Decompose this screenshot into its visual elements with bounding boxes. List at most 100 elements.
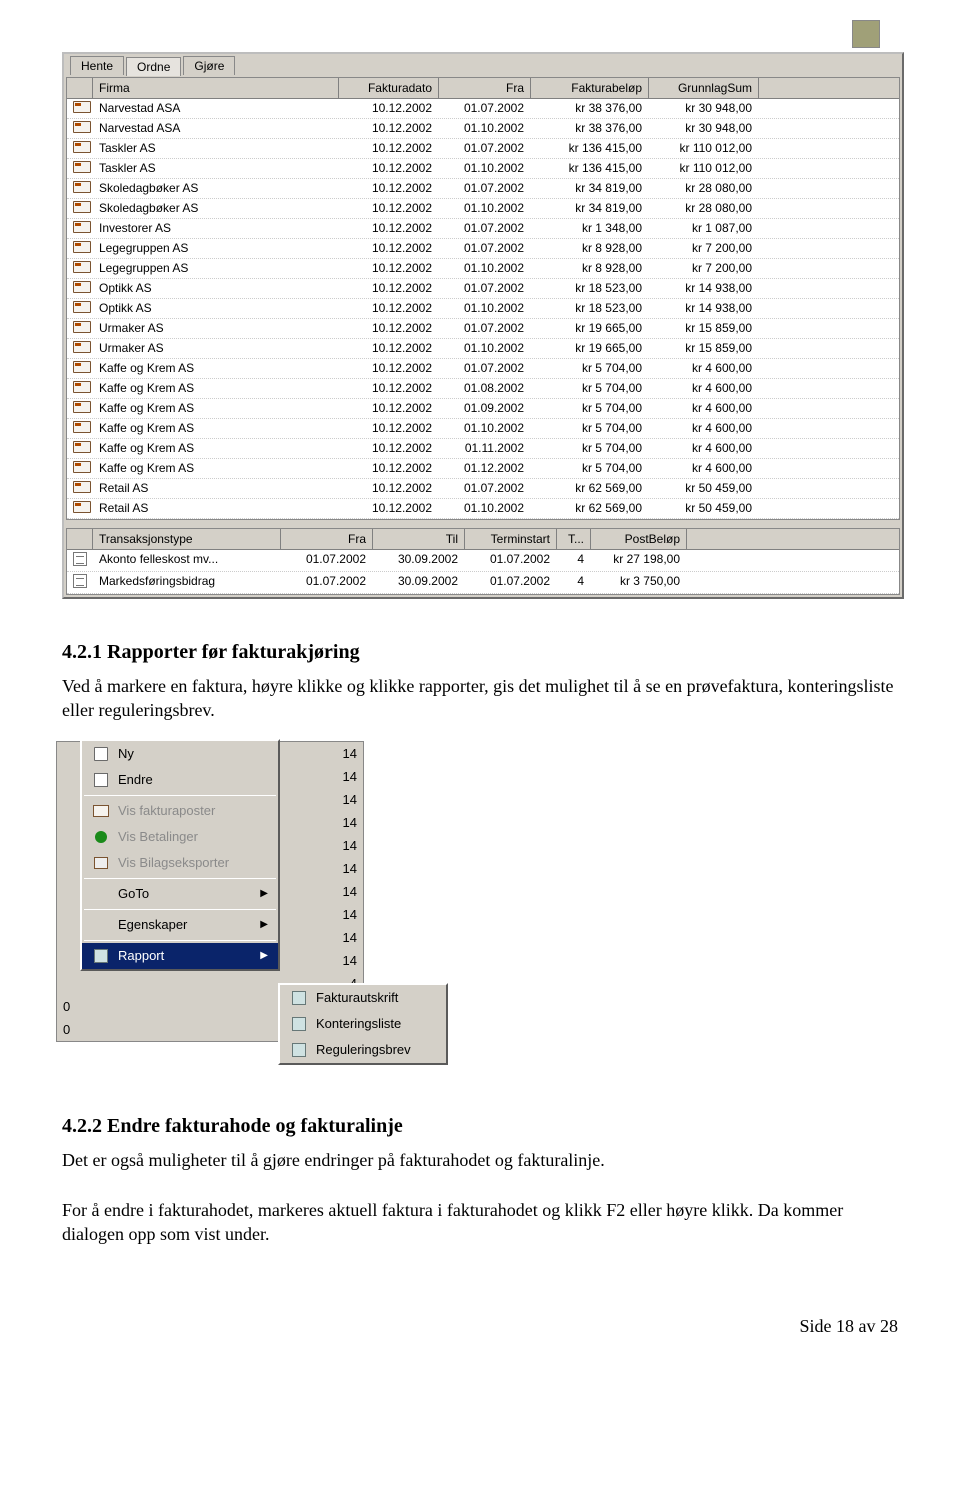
table-row[interactable]: Taskler AS10.12.200201.07.2002kr 136 415… (67, 139, 899, 159)
cell-fra: 01.07.2002 (439, 279, 531, 298)
table-row[interactable]: Kaffe og Krem AS10.12.200201.10.2002kr 5… (67, 419, 899, 439)
bg-val: 14 (343, 953, 357, 968)
cell-fakturadato: 10.12.2002 (339, 199, 439, 218)
table-row[interactable]: Kaffe og Krem AS10.12.200201.12.2002kr 5… (67, 459, 899, 479)
table-row[interactable]: Akonto felleskost mv...01.07.200230.09.2… (67, 550, 899, 572)
faktura-icon (73, 181, 91, 193)
table-row[interactable]: Kaffe og Krem AS10.12.200201.09.2002kr 5… (67, 399, 899, 419)
menu-egenskaper[interactable]: Egenskaper▶ (82, 912, 278, 938)
cell-fakturadato: 10.12.2002 (339, 439, 439, 458)
report-icon (290, 990, 308, 1006)
cell-fakturadato: 10.12.2002 (339, 499, 439, 518)
faktura-icon (73, 301, 91, 313)
table-row[interactable]: Retail AS10.12.200201.07.2002kr 62 569,0… (67, 479, 899, 499)
cell-fakturabelop: kr 1 348,00 (531, 219, 649, 238)
submenu-konteringsliste[interactable]: Konteringsliste (280, 1011, 446, 1037)
cell-grunnlagsum: kr 14 938,00 (649, 279, 759, 298)
menu-separator (84, 940, 276, 941)
table-row[interactable]: Urmaker AS10.12.200201.07.2002kr 19 665,… (67, 319, 899, 339)
col2-fra[interactable]: Fra (281, 529, 373, 549)
cell-fra: 01.07.2002 (439, 99, 531, 118)
menu-ny[interactable]: Ny (82, 741, 278, 767)
table-row[interactable]: Kaffe og Krem AS10.12.200201.07.2002kr 5… (67, 359, 899, 379)
col2-type[interactable]: Transaksjonstype (93, 529, 281, 549)
col-fakturadato[interactable]: Fakturadato (339, 78, 439, 98)
table-row[interactable]: Optikk AS10.12.200201.07.2002kr 18 523,0… (67, 279, 899, 299)
table-row[interactable]: Skoledagbøker AS10.12.200201.07.2002kr 3… (67, 179, 899, 199)
table-row[interactable]: Investorer AS10.12.200201.07.2002kr 1 34… (67, 219, 899, 239)
table-row[interactable]: Taskler AS10.12.200201.10.2002kr 136 415… (67, 159, 899, 179)
cell-grunnlagsum: kr 7 200,00 (649, 259, 759, 278)
submenu-fakturautskrift[interactable]: Fakturautskrift (280, 985, 446, 1011)
col2-terminstart[interactable]: Terminstart (465, 529, 557, 549)
table-row[interactable]: Legegruppen AS10.12.200201.10.2002kr 8 9… (67, 259, 899, 279)
table-row[interactable]: Optikk AS10.12.200201.10.2002kr 18 523,0… (67, 299, 899, 319)
cell-grunnlagsum: kr 30 948,00 (649, 119, 759, 138)
table-row[interactable]: Urmaker AS10.12.200201.10.2002kr 19 665,… (67, 339, 899, 359)
cell-firma: Kaffe og Krem AS (93, 359, 339, 378)
document-icon (73, 552, 87, 566)
cell-grunnlagsum: kr 4 600,00 (649, 459, 759, 478)
chevron-right-icon: ▶ (260, 950, 268, 961)
table-row[interactable]: Retail AS10.12.200201.10.2002kr 62 569,0… (67, 499, 899, 519)
paragraph-4-2-2-a: Det er også muligheter til å gjøre endri… (62, 1148, 904, 1172)
submenu-reguleringsbrev[interactable]: Reguleringsbrev (280, 1037, 446, 1063)
col-grunnlagsum[interactable]: GrunnlagSum (649, 78, 759, 98)
cell-grunnlagsum: kr 4 600,00 (649, 359, 759, 378)
cell-postbelop: kr 27 198,00 (591, 550, 687, 571)
col2-icon[interactable] (67, 529, 93, 549)
menu-vis-bilagseksporter[interactable]: Vis Bilagseksporter (82, 850, 278, 876)
faktura-icon (73, 281, 91, 293)
table-row[interactable]: Legegruppen AS10.12.200201.07.2002kr 8 9… (67, 239, 899, 259)
cell-firma: Legegruppen AS (93, 259, 339, 278)
heading-4-2-2: 4.2.2 Endre fakturahode og fakturalinje (62, 1113, 904, 1140)
col-fakturabelop[interactable]: Fakturabeløp (531, 78, 649, 98)
cell-fakturabelop: kr 5 704,00 (531, 359, 649, 378)
cell-fra: 01.10.2002 (439, 419, 531, 438)
cell-fakturadato: 10.12.2002 (339, 359, 439, 378)
faktura-icon (73, 141, 91, 153)
cell-firma: Kaffe og Krem AS (93, 399, 339, 418)
col-fra[interactable]: Fra (439, 78, 531, 98)
cell-firma: Legegruppen AS (93, 239, 339, 258)
tab-hente[interactable]: Hente (70, 56, 124, 75)
faktura-icon (73, 461, 91, 473)
menu-vis-betalinger[interactable]: Vis Betalinger (82, 824, 278, 850)
menu-separator (84, 909, 276, 910)
cell-grunnlagsum: kr 50 459,00 (649, 479, 759, 498)
menu-separator (84, 878, 276, 879)
properties-icon (92, 917, 110, 933)
page-footer: Side 18 av 28 (62, 1316, 904, 1337)
col2-t[interactable]: T... (557, 529, 591, 549)
tab-gjore[interactable]: Gjøre (183, 56, 235, 75)
table-row[interactable]: Skoledagbøker AS10.12.200201.10.2002kr 3… (67, 199, 899, 219)
menu-goto[interactable]: GoTo▶ (82, 881, 278, 907)
col2-til[interactable]: Til (373, 529, 465, 549)
cell-fakturadato: 10.12.2002 (339, 119, 439, 138)
faktura-icon (73, 101, 91, 113)
menu-vis-fakturaposter[interactable]: Vis fakturaposter (82, 798, 278, 824)
col-icon[interactable] (67, 78, 93, 98)
edit-icon (92, 772, 110, 788)
cell-fra: 01.09.2002 (439, 399, 531, 418)
document-icon (73, 574, 87, 588)
cell-fra: 01.10.2002 (439, 159, 531, 178)
faktura-icon (73, 221, 91, 233)
table-row[interactable]: Narvestad ASA10.12.200201.07.2002kr 38 3… (67, 99, 899, 119)
faktura-icon (73, 401, 91, 413)
table-row[interactable]: Narvestad ASA10.12.200201.10.2002kr 38 3… (67, 119, 899, 139)
paragraph-4-2-2-b: For å endre i fakturahodet, markeres akt… (62, 1198, 904, 1247)
col2-postbelop[interactable]: PostBeløp (591, 529, 687, 549)
table-row[interactable]: Kaffe og Krem AS10.12.200201.08.2002kr 5… (67, 379, 899, 399)
cell-fra: 01.07.2002 (439, 139, 531, 158)
menu-rapport[interactable]: Rapport▶ (82, 943, 278, 969)
table-row[interactable]: Markedsføringsbidrag01.07.200230.09.2002… (67, 572, 899, 594)
grid-header: Firma Fakturadato Fra Fakturabeløp Grunn… (67, 78, 899, 99)
menu-endre[interactable]: Endre (82, 767, 278, 793)
col-firma[interactable]: Firma (93, 78, 339, 98)
cell-fakturadato: 10.12.2002 (339, 279, 439, 298)
cell-grunnlagsum: kr 4 600,00 (649, 399, 759, 418)
tab-ordne[interactable]: Ordne (126, 57, 181, 76)
table-row[interactable]: Kaffe og Krem AS10.12.200201.11.2002kr 5… (67, 439, 899, 459)
cell-fakturabelop: kr 136 415,00 (531, 159, 649, 178)
